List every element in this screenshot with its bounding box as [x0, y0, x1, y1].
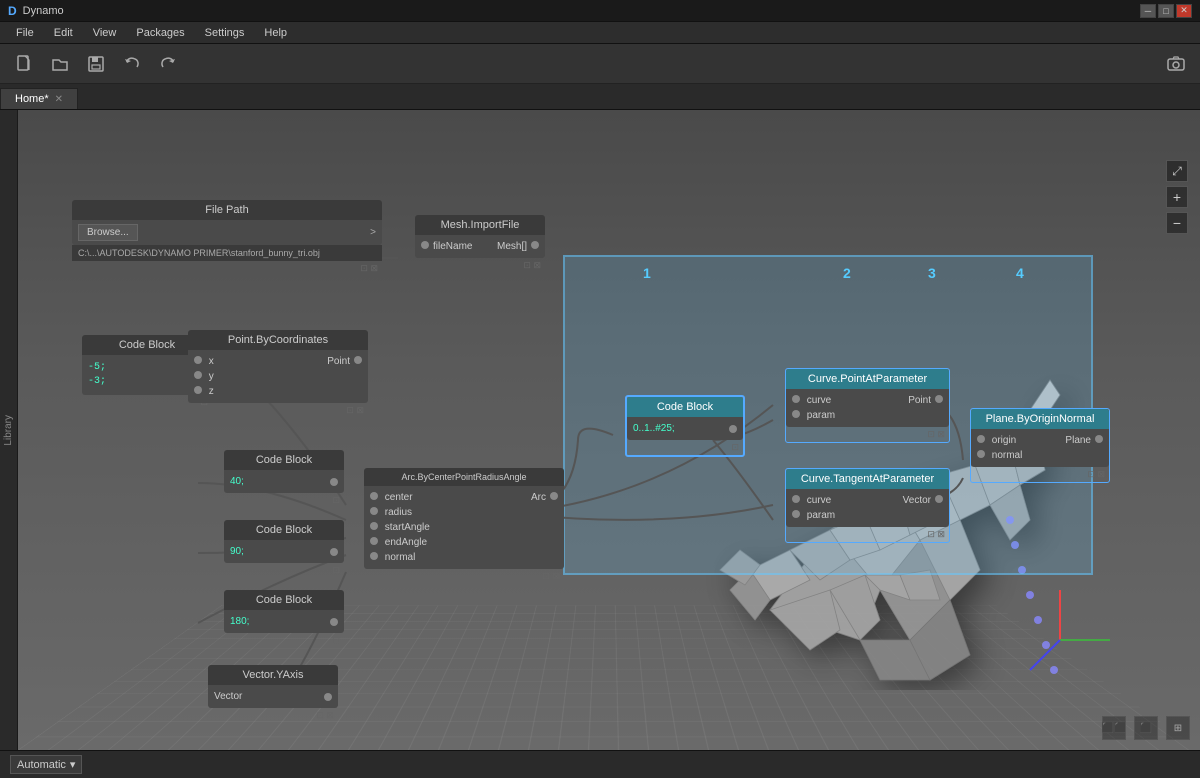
sidebar: Library [0, 110, 18, 750]
selection-number-4: 4 [1016, 265, 1024, 281]
point-by-coords-header: Point.ByCoordinates [228, 334, 328, 346]
code-block-1-header: Code Block [119, 339, 175, 351]
code-block-1-value: -5; -3; [88, 361, 106, 389]
open-button[interactable] [46, 50, 74, 78]
point-by-coords-node[interactable]: Point.ByCoordinates x Point y z ⊡ ⊠ [188, 330, 368, 418]
camera-icon[interactable] [1162, 50, 1190, 78]
curve-point-header: Curve.PointAtParameter [808, 373, 927, 385]
viewport-icons: ⬛⬛ ⬛ ⊞ [1102, 716, 1190, 740]
viewport-icon-3[interactable]: ⊞ [1166, 716, 1190, 740]
automatic-dropdown[interactable]: Automatic ▾ [10, 755, 82, 774]
mesh-import-node[interactable]: Mesh.ImportFile fileName Mesh[] ⊡ ⊠ [415, 215, 545, 273]
mesh-import-header: Mesh.ImportFile [441, 219, 520, 231]
code-block-180-node[interactable]: Code Block 180; ⊡ [224, 590, 344, 648]
app-title: Dynamo [23, 5, 64, 17]
toolbar [0, 44, 1200, 84]
node-icon: ⊡ [332, 565, 340, 576]
browse-button[interactable]: Browse... [78, 224, 138, 241]
menu-packages[interactable]: Packages [126, 25, 194, 41]
curve-tangent-at-param-node[interactable]: Curve.TangentAtParameter curve Vector pa… [785, 468, 950, 543]
tab-close-icon[interactable]: ✕ [55, 94, 63, 105]
menu-file[interactable]: File [6, 25, 44, 41]
menu-settings[interactable]: Settings [195, 25, 255, 41]
close-button[interactable]: ✕ [1176, 4, 1192, 18]
code-block-90-node[interactable]: Code Block 90; ⊡ [224, 520, 344, 578]
code-block-range-node[interactable]: Code Block 0..1..#25; ⊡ [625, 395, 745, 457]
node-icon: ⊡ ⊠ [927, 429, 945, 440]
code-block-90-header: Code Block [256, 524, 312, 536]
tab-home[interactable]: Home* ✕ [0, 88, 78, 109]
file-path-header: File Path [205, 204, 248, 216]
dropdown-arrow-icon: ▾ [70, 758, 76, 771]
expand-button[interactable]: ⤢ [1166, 160, 1188, 182]
minimize-button[interactable]: ─ [1140, 4, 1156, 18]
node-icon: ⊡ ⊠ [316, 710, 334, 721]
code-block-40-value: 40; [230, 476, 244, 487]
node-icon: ⊡ ⊠ [523, 260, 541, 271]
redo-button[interactable] [154, 50, 182, 78]
node-icon: ⊡ ⊠ [927, 529, 945, 540]
canvas-area[interactable]: 1 2 3 4 [18, 110, 1200, 750]
arc-header: Arc.ByCenterPointRadiusAngle [401, 472, 526, 482]
app-icon: D [8, 4, 17, 18]
save-button[interactable] [82, 50, 110, 78]
zoom-controls: ⤢ + − [1166, 160, 1188, 234]
node-icon: ⊡ [332, 495, 340, 506]
tab-bar: Home* ✕ [0, 84, 1200, 110]
menu-help[interactable]: Help [254, 25, 297, 41]
code-block-40-header: Code Block [256, 454, 312, 466]
code-block-range-header: Code Block [657, 401, 713, 413]
undo-button[interactable] [118, 50, 146, 78]
node-icon: ⊡ ⊠ [346, 405, 364, 416]
selection-number-3: 3 [928, 265, 936, 281]
code-block-180-value: 180; [230, 616, 249, 627]
plane-header: Plane.ByOriginNormal [986, 413, 1095, 425]
node-icon: ⊡ [731, 442, 739, 453]
zoom-out-button[interactable]: − [1166, 212, 1188, 234]
node-icon: ⊡ ⊠ [1087, 469, 1105, 480]
vector-yaxis-node[interactable]: Vector.YAxis Vector ⊡ ⊠ [208, 665, 338, 723]
menu-view[interactable]: View [83, 25, 127, 41]
mesh-port-out: Mesh[] [497, 241, 539, 252]
viewport-icon-2[interactable]: ⬛ [1134, 716, 1158, 740]
node-icon: ⊡ ⊠ [542, 571, 560, 582]
curve-tangent-header: Curve.TangentAtParameter [801, 473, 934, 485]
file-path-node[interactable]: File Path Browse... > C:\...\AUTODESK\DY… [72, 200, 382, 276]
bottom-bar: Automatic ▾ [0, 750, 1200, 778]
dropdown-label: Automatic [17, 759, 66, 771]
title-bar: D Dynamo ─ □ ✕ [0, 0, 1200, 22]
vector-port: Vector [214, 691, 242, 702]
menu-bar: File Edit View Packages Settings Help [0, 22, 1200, 44]
viewport-icon-1[interactable]: ⬛⬛ [1102, 716, 1126, 740]
window-controls: ─ □ ✕ [1140, 4, 1192, 18]
arc-by-center-node[interactable]: Arc.ByCenterPointRadiusAngle center Arc … [364, 468, 564, 584]
code-block-range-value: 0..1..#25; [633, 423, 675, 434]
node-icon: ⊡ ⊠ [360, 263, 378, 274]
vector-yaxis-header: Vector.YAxis [243, 669, 304, 681]
filename-port-in: fileName [421, 241, 472, 252]
restore-button[interactable]: □ [1158, 4, 1174, 18]
file-path-arrow: > [370, 227, 376, 238]
tab-label: Home* [15, 93, 49, 105]
file-path-value: C:\...\AUTODESK\DYNAMO PRIMER\stanford_b… [72, 245, 382, 261]
code-block-180-header: Code Block [256, 594, 312, 606]
menu-edit[interactable]: Edit [44, 25, 83, 41]
node-icon: ⊡ [332, 635, 340, 646]
zoom-in-button[interactable]: + [1166, 186, 1188, 208]
node-graph: File Path Browse... > C:\...\AUTODESK\DY… [40, 110, 560, 750]
sidebar-label: Library [3, 415, 14, 446]
code-block-90-value: 90; [230, 546, 244, 557]
main-area: Library [0, 110, 1200, 750]
new-button[interactable] [10, 50, 38, 78]
selection-number-1: 1 [643, 265, 651, 281]
selection-number-2: 2 [843, 265, 851, 281]
plane-by-origin-normal-node[interactable]: Plane.ByOriginNormal origin Plane normal… [970, 408, 1110, 483]
curve-point-at-param-node[interactable]: Curve.PointAtParameter curve Point param… [785, 368, 950, 443]
code-block-40-node[interactable]: Code Block 40; ⊡ [224, 450, 344, 508]
